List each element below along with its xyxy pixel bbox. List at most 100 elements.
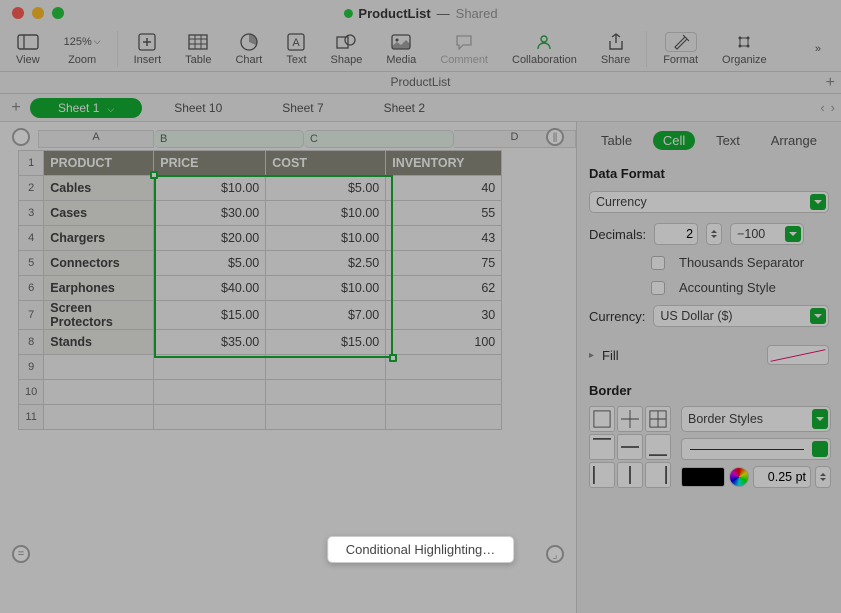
border-color-swatch[interactable] (681, 467, 725, 487)
data-format-select[interactable]: Currency (589, 191, 829, 213)
border-right[interactable] (645, 462, 671, 488)
title-separator: — (437, 6, 450, 21)
col-header-c[interactable]: C (304, 130, 454, 148)
toolbar: View 125%⌵ Zoom Insert Table Chart A Tex… (0, 26, 841, 72)
currency-label: Currency: (589, 309, 645, 324)
conditional-highlighting-button[interactable]: Conditional Highlighting… (327, 536, 515, 563)
column-headers: A B C D (38, 130, 576, 148)
selection-handle-top[interactable] (150, 171, 158, 179)
disclosure-icon[interactable]: ▸ (589, 350, 594, 361)
chart-button[interactable]: Chart (223, 32, 274, 66)
toolbar-separator (646, 31, 647, 67)
table-button[interactable]: Table (173, 32, 223, 66)
table-row: 2Cables$10.00$5.0040 (19, 176, 502, 201)
decimals-stepper[interactable] (706, 223, 722, 245)
sheet-tab-2[interactable]: Sheet 2 (356, 98, 453, 118)
sheet-tab-7[interactable]: Sheet 7 (254, 98, 351, 118)
border-line-style[interactable] (681, 438, 831, 460)
toolbar-separator (117, 31, 118, 67)
border-styles-select[interactable]: Border Styles (681, 406, 831, 432)
table-handle-top[interactable] (12, 128, 30, 146)
table-row: 6Earphones$40.00$10.0062 (19, 276, 502, 301)
zoom-button[interactable]: 125%⌵ Zoom (52, 32, 113, 66)
dropdown-icon (785, 226, 801, 242)
negative-format-select[interactable]: −100 (730, 223, 804, 245)
add-sheet-button[interactable]: + (6, 99, 26, 117)
col-header-b[interactable]: B (154, 130, 304, 148)
text-button[interactable]: A Text (274, 32, 318, 66)
inspector-tab-table[interactable]: Table (591, 131, 642, 150)
sheet-nav-prev[interactable]: ‹ (820, 100, 824, 115)
share-button[interactable]: Share (589, 32, 642, 66)
border-position-grid (589, 406, 671, 488)
table-handle-right[interactable]: ‖ (546, 128, 564, 146)
border-horizontal[interactable] (617, 434, 643, 460)
window-title: ProductList — Shared (343, 6, 497, 21)
table-row: 10 (19, 380, 502, 405)
media-button[interactable]: Media (374, 32, 428, 66)
svg-text:A: A (293, 37, 301, 49)
inspector-tab-text[interactable]: Text (706, 131, 750, 150)
currency-select[interactable]: US Dollar ($) (653, 305, 829, 327)
add-table-button[interactable]: + (826, 74, 835, 92)
titlebar: ProductList — Shared (0, 0, 841, 26)
sheet-tab-1[interactable]: Sheet 1⌵ (30, 98, 142, 118)
border-width-stepper[interactable] (815, 466, 831, 488)
document-name: ProductList (358, 6, 430, 21)
border-label: Border (589, 383, 829, 398)
shape-button[interactable]: Shape (319, 32, 375, 66)
sheet-nav-next[interactable]: › (831, 100, 835, 115)
organize-button[interactable]: Organize (710, 32, 779, 66)
shared-label: Shared (456, 6, 498, 21)
color-wheel-icon[interactable] (729, 467, 749, 487)
collaboration-button[interactable]: Collaboration (500, 32, 589, 66)
border-vertical[interactable] (617, 462, 643, 488)
border-bottom[interactable] (645, 434, 671, 460)
dropdown-icon (810, 194, 826, 210)
border-width-field[interactable] (753, 466, 811, 488)
document-name-bar: ProductList + (0, 72, 841, 94)
table-row: 4Chargers$20.00$10.0043 (19, 226, 502, 251)
dropdown-icon (810, 308, 826, 324)
inspector-tab-cell[interactable]: Cell (653, 131, 695, 150)
accounting-checkbox[interactable] (651, 281, 665, 295)
fill-label: Fill (602, 348, 619, 363)
thousands-label: Thousands Separator (679, 255, 804, 270)
decimals-field[interactable] (654, 223, 698, 245)
minimize-window-button[interactable] (32, 7, 44, 19)
thousands-checkbox[interactable] (651, 256, 665, 270)
table-row: 3Cases$30.00$10.0055 (19, 201, 502, 226)
inspector-tabs: Table Cell Text Arrange (589, 122, 829, 154)
sheet-tab-10[interactable]: Sheet 10 (146, 98, 250, 118)
table-row: 9 (19, 355, 502, 380)
table-row: 7Screen Protectors$15.00$7.0030 (19, 301, 502, 330)
comment-button[interactable]: Comment (428, 32, 500, 66)
col-header-a[interactable]: A (38, 130, 154, 148)
data-format-label: Data Format (589, 166, 829, 181)
view-button[interactable]: View (4, 32, 52, 66)
sheet-tabs-bar: + Sheet 1⌵ Sheet 10 Sheet 7 Sheet 2 ‹ › (0, 94, 841, 122)
fill-swatch[interactable] (767, 345, 829, 365)
more-button[interactable]: » (803, 39, 833, 59)
border-all[interactable] (645, 406, 671, 432)
table-handle-corner[interactable]: ⌟ (546, 545, 564, 563)
border-top[interactable] (589, 434, 615, 460)
chevron-down-icon: ⌵ (107, 104, 114, 114)
border-outline[interactable] (589, 406, 615, 432)
border-inside[interactable] (617, 406, 643, 432)
table-row: 5Connectors$5.00$2.5075 (19, 251, 502, 276)
table-row: 8Stands$35.00$15.00100 (19, 330, 502, 355)
close-window-button[interactable] (12, 7, 24, 19)
row-header[interactable]: 1 (19, 151, 44, 176)
table-grid: 1 PRODUCT PRICE COST INVENTORY 2Cables$1… (18, 150, 502, 430)
accounting-label: Accounting Style (679, 280, 776, 295)
decimals-label: Decimals: (589, 227, 646, 242)
inspector-tab-arrange[interactable]: Arrange (761, 131, 827, 150)
selection-handle-bottom[interactable] (389, 354, 397, 362)
table-handle-equals[interactable]: = (12, 545, 30, 563)
insert-button[interactable]: Insert (122, 32, 174, 66)
format-button[interactable]: Format (651, 32, 710, 66)
chevron-double-icon: » (815, 39, 821, 59)
border-left[interactable] (589, 462, 615, 488)
maximize-window-button[interactable] (52, 7, 64, 19)
